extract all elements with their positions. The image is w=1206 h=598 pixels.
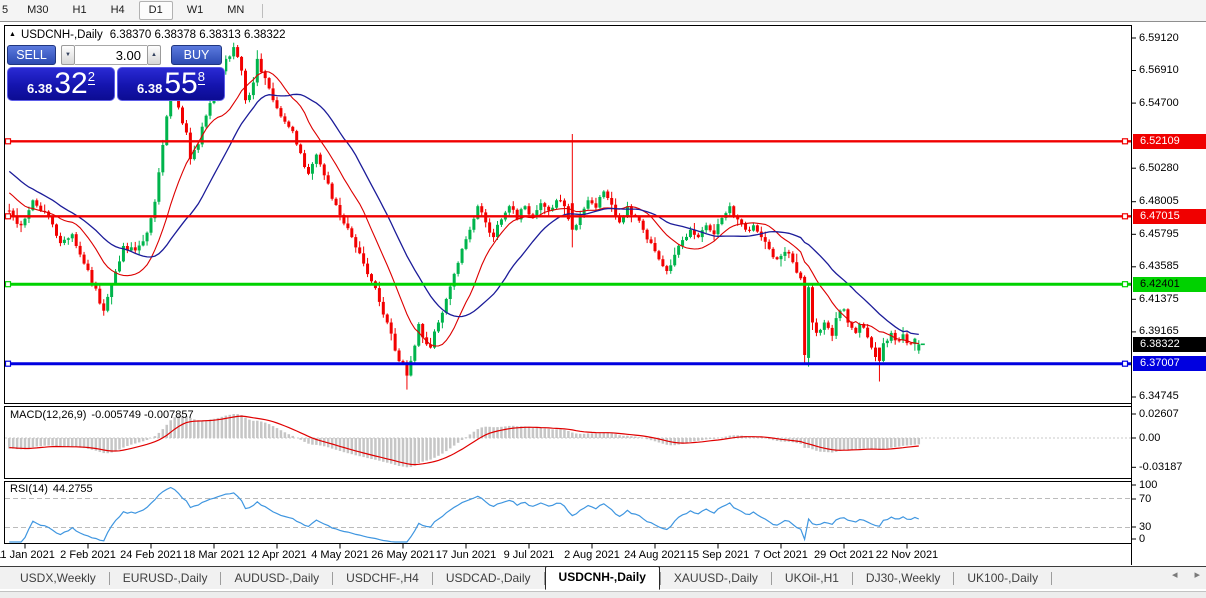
date-tick-label: 17 Jun 2021 <box>430 549 502 561</box>
price-tick-label: 6.45795 <box>1139 228 1179 241</box>
date-tick-label: 26 May 2021 <box>367 549 439 561</box>
symbol-tab-usdcad-daily[interactable]: USDCAD-,Daily <box>433 568 544 589</box>
ma-slow-line <box>9 94 919 334</box>
symbol-tab-eurusd-daily[interactable]: EURUSD-,Daily <box>110 568 221 589</box>
trade-panel-prices: 6.38 32 2 6.38 55 8 <box>7 67 225 101</box>
tab-scroll-right-icon[interactable]: ▸ <box>1194 568 1200 581</box>
rsi-tick-label: 0 <box>1139 533 1145 546</box>
date-tick-label: 29 Oct 2021 <box>808 549 880 561</box>
symbol-tab-usdx-weekly[interactable]: USDX,Weekly <box>7 568 109 589</box>
macd-tick-label: -0.03187 <box>1139 461 1182 474</box>
sell-price-big: 32 <box>54 69 87 99</box>
ma-fast-line <box>9 72 919 346</box>
tab-scroll-left-icon[interactable]: ◂ <box>1172 568 1178 581</box>
date-tick-label: 4 May 2021 <box>304 549 376 561</box>
sell-price-box[interactable]: 6.38 32 2 <box>7 67 115 101</box>
rsi-tick-label: 70 <box>1139 493 1151 506</box>
date-tick-label: 18 Mar 2021 <box>178 549 250 561</box>
price-tick-label: 6.34745 <box>1139 390 1179 403</box>
chevron-down-icon: ▼ <box>65 52 71 58</box>
hline-price-badge: 6.47015 <box>1133 209 1206 224</box>
date-tick-label: 2 Feb 2021 <box>52 549 124 561</box>
price-tick-label: 6.54700 <box>1139 97 1179 110</box>
rsi-label: RSI(14) <box>10 483 48 495</box>
collapse-panel-icon[interactable]: ▲ <box>9 31 16 38</box>
one-click-trade-panel: SELL ▼ ▲ BUY 6.38 32 2 6.38 55 8 <box>7 45 225 101</box>
trading-terminal: { "toolbar": { "timeframes": ["5", "M30"… <box>0 0 1206 597</box>
symbol-tab-uk100-daily[interactable]: UK100-,Daily <box>954 568 1051 589</box>
macd-values: -0.005749 -0.007857 <box>91 409 193 421</box>
buy-price-box[interactable]: 6.38 55 8 <box>117 67 225 101</box>
date-tick-label: 7 Oct 2021 <box>745 549 817 561</box>
rsi-pane-label: RSI(14) 44.2755 <box>10 483 93 495</box>
sell-price-sup: 2 <box>88 70 95 85</box>
macd-layer <box>5 414 1131 467</box>
volume-input[interactable] <box>75 45 147 65</box>
buy-price-big: 55 <box>164 69 197 99</box>
rsi-value: 44.2755 <box>53 483 93 495</box>
symbol-tab-usdchf-h4[interactable]: USDCHF-,H4 <box>333 568 432 589</box>
macd-pane-label: MACD(12,26,9) -0.005749 -0.007857 <box>10 409 194 421</box>
chart-title: ▲ USDCNH-,Daily 6.38370 6.38378 6.38313 6.… <box>9 29 286 41</box>
macd-tick-label: 0.00 <box>1139 432 1160 445</box>
buy-price-sup: 8 <box>198 70 205 85</box>
symbol-tab-dj30-weekly[interactable]: DJ30-,Weekly <box>853 568 953 589</box>
hline-price-badge: 6.52109 <box>1133 134 1206 149</box>
price-tick-label: 6.50280 <box>1139 162 1179 175</box>
rsi-tick-label: 100 <box>1139 479 1157 492</box>
price-tick-label: 6.48005 <box>1139 195 1179 208</box>
sell-button[interactable]: SELL <box>7 45 56 65</box>
price-tick-label: 6.43585 <box>1139 260 1179 273</box>
buy-button[interactable]: BUY <box>171 45 222 65</box>
rsi-layer <box>5 488 1131 543</box>
macd-signal-line <box>9 416 919 465</box>
tab-scroll-arrows: ◂ ▸ <box>1172 568 1200 581</box>
pane-frames <box>5 25 1132 565</box>
macd-label: MACD(12,26,9) <box>10 409 86 421</box>
symbol-tab-usdcnh-daily[interactable]: USDCNH-,Daily <box>545 566 660 590</box>
symbol-tab-xauusd-daily[interactable]: XAUUSD-,Daily <box>661 568 771 589</box>
rsi-line <box>9 488 919 543</box>
price-tick-label: 6.56910 <box>1139 64 1179 77</box>
date-tick-label: 12 Apr 2021 <box>241 549 313 561</box>
date-tick-label: 22 Nov 2021 <box>871 549 943 561</box>
date-tick-label: 24 Aug 2021 <box>619 549 691 561</box>
price-tick-label: 6.41375 <box>1139 293 1179 306</box>
hline-price-badge: 6.42401 <box>1133 277 1206 292</box>
last-price-badge: 6.38322 <box>1133 337 1206 352</box>
symbol-period-label: USDCNH-,Daily <box>21 29 103 41</box>
buy-price-base: 6.38 <box>137 81 162 96</box>
symbol-tab-ukoil-h1[interactable]: UKOil-,H1 <box>772 568 852 589</box>
date-tick-label: 2 Aug 2021 <box>556 549 628 561</box>
price-tick-label: 6.59120 <box>1139 32 1179 45</box>
symbol-tab-audusd-daily[interactable]: AUDUSD-,Daily <box>221 568 332 589</box>
trade-panel-controls: SELL ▼ ▲ BUY <box>7 45 225 65</box>
sell-price-base: 6.38 <box>27 81 52 96</box>
date-tick-label: 24 Feb 2021 <box>115 549 187 561</box>
hline-price-badge: 6.37007 <box>1133 356 1206 371</box>
symbol-tab-bar: USDX,WeeklyEURUSD-,DailyAUDUSD-,DailyUSD… <box>0 566 1206 589</box>
tab-divider <box>1051 572 1052 585</box>
ohlc-values: 6.38370 6.38378 6.38313 6.38322 <box>110 29 286 41</box>
date-tick-label: 15 Sep 2021 <box>682 549 754 561</box>
macd-tick-label: 0.02607 <box>1139 408 1179 421</box>
chevron-up-icon: ▲ <box>151 52 157 58</box>
date-tick-label: 9 Jul 2021 <box>493 549 565 561</box>
volume-increase-button[interactable]: ▲ <box>147 45 161 65</box>
volume-decrease-button[interactable]: ▼ <box>61 45 75 65</box>
